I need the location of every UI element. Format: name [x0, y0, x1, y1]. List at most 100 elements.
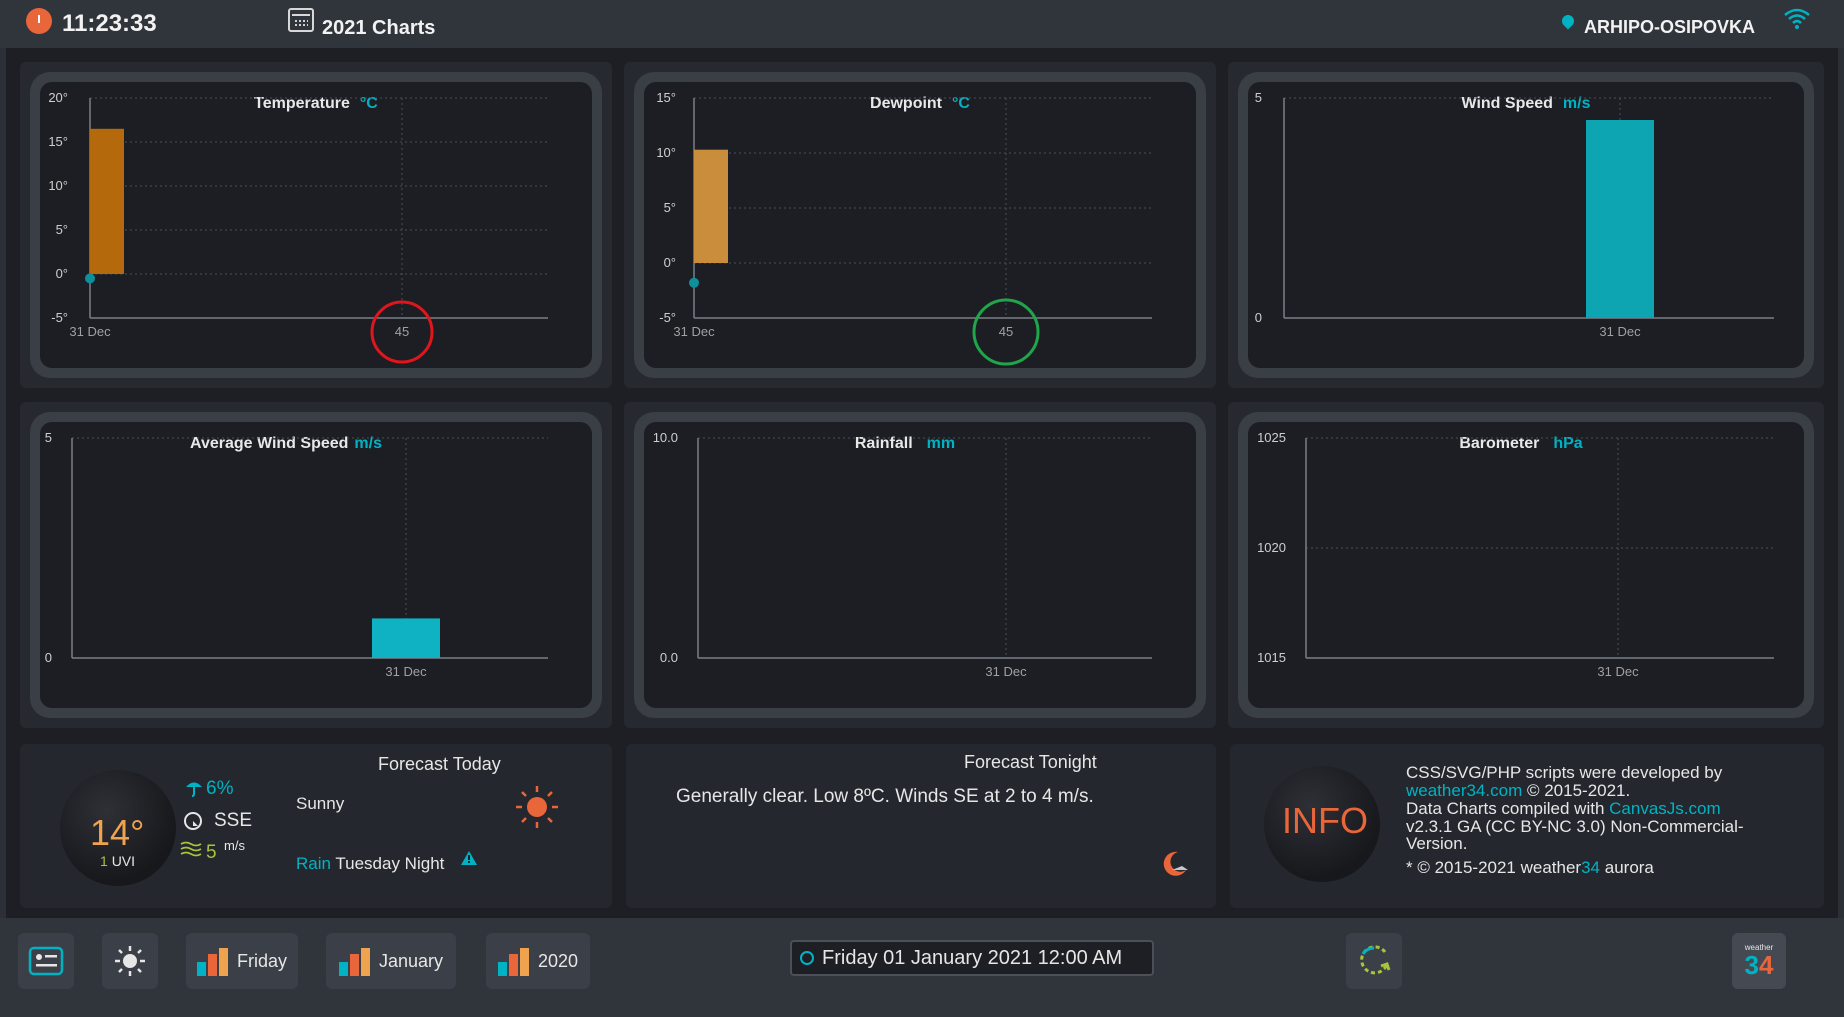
barometer-chart-svg: 1025 1020 1015 31 Dec	[1257, 430, 1774, 679]
dashboard-card-icon	[28, 946, 64, 976]
y-tick: 15°	[48, 134, 68, 149]
forecast-tonight-text: Generally clear. Low 8ºC. Winds SE at 2 …	[676, 786, 1094, 807]
y-tick: 0	[45, 650, 52, 665]
sun-icon	[516, 786, 558, 828]
rain-forecast: Rain Tuesday Night	[296, 854, 445, 873]
dewpoint-chart-svg: 15° 10° 5° 0° -5° 31 Dec 45	[656, 90, 1152, 366]
datetime-display: Friday 01 January 2021 12:00 AM	[790, 940, 1154, 976]
friday-charts-button[interactable]: Friday	[186, 933, 298, 989]
forecast-condition: Sunny	[296, 794, 345, 813]
temperature-dial: 14° 1 UVI	[60, 770, 176, 886]
wifi-icon	[1784, 8, 1810, 29]
january-charts-button[interactable]: January	[326, 933, 456, 989]
info-panel: INFO CSS/SVG/PHP scripts were developed …	[1230, 744, 1824, 908]
forecast-tonight-heading: Forecast Tonight	[964, 752, 1097, 772]
temperature-panel: Temperature °C 20° 15° 10° 5° 0° -5° 31 …	[20, 62, 612, 388]
data-point	[85, 273, 95, 284]
forecast-today-heading: Forecast Today	[378, 754, 501, 774]
grid	[90, 97, 548, 318]
canvasjs-link[interactable]: CanvasJs.com	[1609, 799, 1720, 818]
calendar-icon[interactable]	[288, 8, 314, 32]
umbrella-icon	[186, 782, 202, 797]
x-tick: 31 Dec	[985, 664, 1027, 679]
current-time: 11:23:33	[62, 10, 157, 37]
location-pin-icon	[1559, 12, 1577, 30]
x-tick: 31 Dec	[673, 324, 715, 339]
datetime-text: Friday 01 January 2021 12:00 AM	[822, 946, 1123, 969]
y-tick: 20°	[48, 90, 68, 105]
barometer-chart: Barometer hPa 1025 1020 1015 31 Dec	[1248, 422, 1804, 708]
y-tick: 5°	[56, 222, 68, 237]
refresh-icon	[1360, 945, 1391, 975]
main-area: Temperature °C 20° 15° 10° 5° 0° -5° 31 …	[6, 48, 1838, 918]
wind-speed-chart-svg: 5 0 31 Dec	[1255, 90, 1774, 339]
x-tick: 31 Dec	[69, 324, 111, 339]
y-tick: 10°	[48, 178, 68, 193]
y-tick: 5	[45, 430, 52, 445]
temperature-chart-svg: 20° 15° 10° 5° 0° -5° 31 Dec 45	[48, 90, 548, 364]
dashboard-button[interactable]	[18, 933, 74, 989]
wind-direction: SSE	[214, 810, 253, 831]
bottom-toolbar: Friday January 2020 Friday 01 January 20…	[0, 918, 1844, 1017]
year-2020-charts-button[interactable]: 2020	[486, 933, 590, 989]
bar	[1586, 120, 1654, 318]
wind-speed-chart: Wind Speed m/s 5 0 31 Dec	[1248, 82, 1804, 368]
y-tick: -5°	[51, 310, 68, 325]
warning-icon	[461, 851, 477, 865]
weather34-link[interactable]: weather34.com	[1406, 781, 1522, 800]
rainfall-chart: Rainfall mm 10.0 0.0 31 Dec	[644, 422, 1196, 708]
grid	[72, 437, 548, 658]
dewpoint-chart: Dewpoint °C 15° 10° 5° 0° -5° 31 Dec 45	[644, 82, 1196, 368]
bar-chart-icon	[196, 946, 231, 976]
dewpoint-panel: Dewpoint °C 15° 10° 5° 0° -5° 31 Dec 45	[624, 62, 1216, 388]
button-label: January	[378, 950, 444, 971]
bar	[694, 149, 728, 263]
forecast-tonight-panel: Forecast Tonight Generally clear. Low 8º…	[626, 744, 1216, 908]
wind-speed-panel: Wind Speed m/s 5 0 31 Dec	[1228, 62, 1824, 388]
y-tick: 0.0	[660, 650, 678, 665]
weather34-logo[interactable]: weather 34	[1732, 933, 1786, 989]
location-name: ARHIPO-OSIPOVKA	[1584, 17, 1756, 37]
bar-chart-icon	[338, 946, 373, 976]
bar-chart-icon	[497, 946, 532, 976]
info-badge-text: INFO	[1282, 800, 1368, 841]
grid	[1306, 437, 1774, 658]
temperature-chart: Temperature °C 20° 15° 10° 5° 0° -5° 31 …	[40, 82, 592, 368]
avg-wind-speed-chart-svg: 5 0 31 Dec	[45, 430, 548, 679]
y-tick: 0°	[56, 266, 68, 281]
y-tick: 10.0	[653, 430, 678, 445]
data-point	[689, 277, 699, 288]
sun-icon	[115, 946, 145, 976]
clock-icon	[800, 951, 814, 965]
moon-icon	[1163, 851, 1188, 876]
button-label: 2020	[537, 950, 579, 971]
grid	[698, 437, 1152, 658]
forecast-today-panel: 14° 1 UVI 6% SSE 5 m/s Forecast Today Su…	[20, 744, 612, 908]
grid	[1284, 97, 1774, 318]
x-tick: 31 Dec	[1599, 324, 1641, 339]
rain-chance: 6%	[206, 778, 234, 799]
y-tick: 1015	[1257, 650, 1286, 665]
bar	[372, 618, 440, 658]
y-tick: 1025	[1257, 430, 1286, 445]
compass-icon	[184, 812, 202, 830]
x-tick: 31 Dec	[1597, 664, 1639, 679]
button-label: Friday	[236, 950, 287, 971]
refresh-button[interactable]	[1346, 933, 1402, 989]
y-tick: -5°	[659, 310, 676, 325]
page-title: 2021 Charts	[322, 17, 436, 39]
grid	[694, 97, 1152, 318]
theme-toggle-button[interactable]	[102, 933, 158, 989]
avg-wind-speed-panel: Average Wind Speed m/s 5 0 31 Dec	[20, 402, 612, 728]
wind-icon	[180, 841, 202, 857]
rainfall-panel: Rainfall mm 10.0 0.0 31 Dec	[624, 402, 1216, 728]
y-tick: 10°	[656, 145, 676, 160]
wind-speed-value: 5	[206, 842, 217, 863]
x-tick: 45	[999, 324, 1013, 339]
wind-speed-unit: m/s	[224, 838, 245, 853]
barometer-panel: Barometer hPa 1025 1020 1015 31 Dec	[1228, 402, 1824, 728]
y-tick: 1020	[1257, 540, 1286, 555]
x-tick: 31 Dec	[385, 664, 427, 679]
info-badge[interactable]: INFO	[1264, 766, 1380, 882]
top-bar: 11:23:33 2021 Charts ARHIPO-OSIPOVKA	[0, 0, 1844, 48]
